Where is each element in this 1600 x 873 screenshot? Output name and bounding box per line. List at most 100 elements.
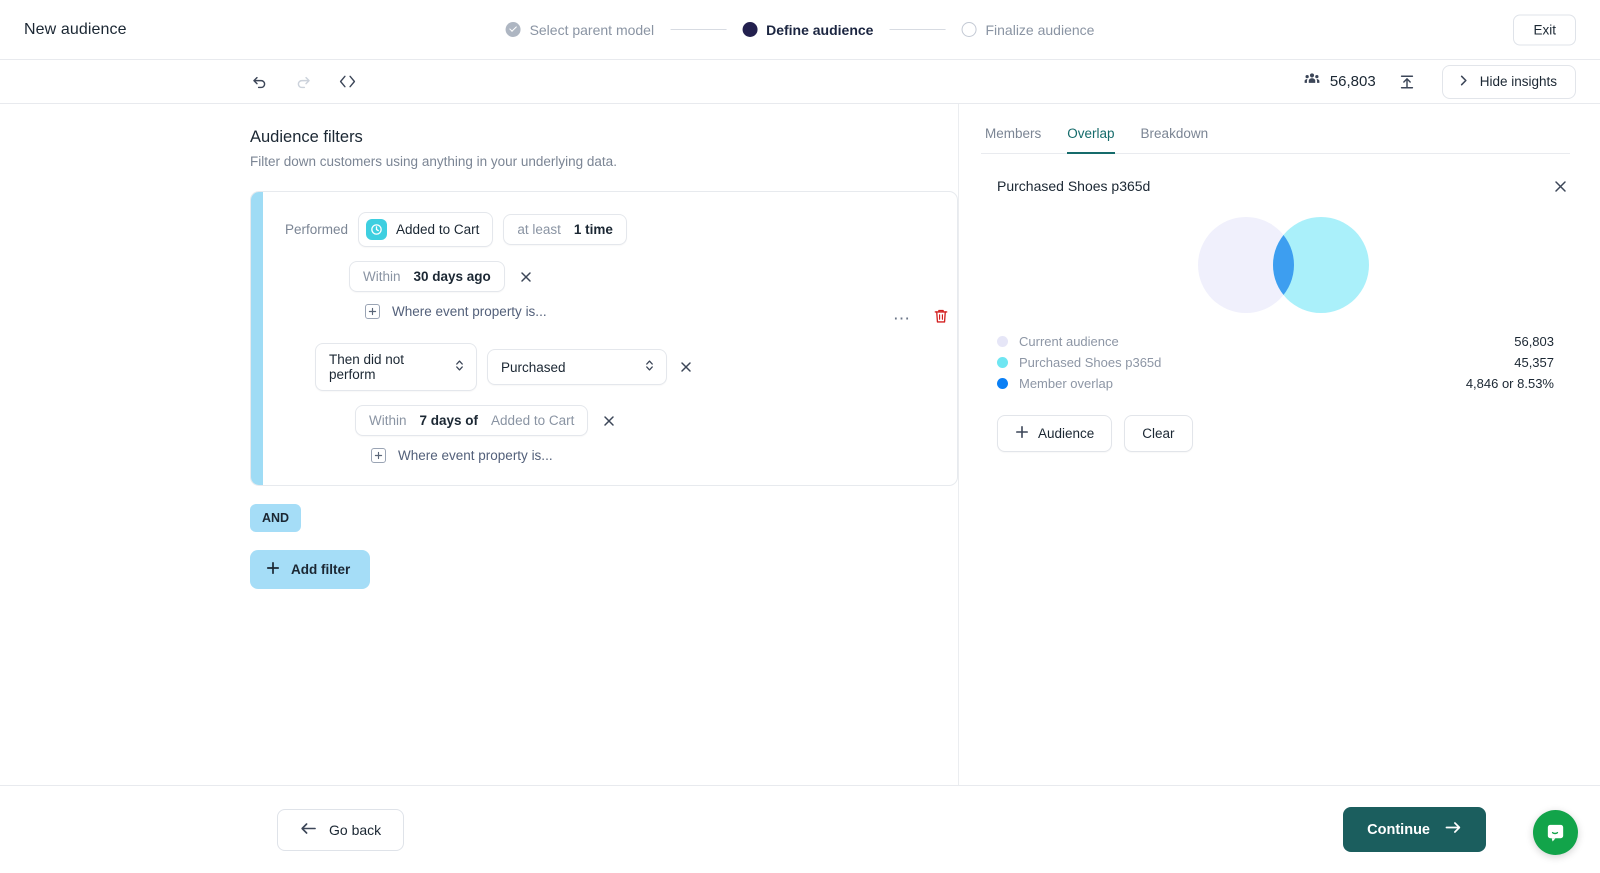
event-select-purchased[interactable]: Purchased [487,349,667,385]
member-count: 56,803 [1303,70,1376,93]
tab-overlap[interactable]: Overlap [1067,126,1114,154]
performed-label: Performed [285,222,348,237]
exit-button[interactable]: Exit [1513,14,1576,45]
timeframe-2-suffix: Added to Cart [491,413,574,428]
add-filter-button[interactable]: Add filter [250,550,370,589]
remove-timeframe-1-icon[interactable] [517,268,535,286]
redo-icon [293,72,313,92]
filter-row-then-did-not-perform: Then did not perform Purchased [315,343,939,391]
plus-icon [1015,425,1029,442]
insights-tabs: Members Overlap Breakdown [981,126,1570,154]
step-label: Select parent model [530,22,655,38]
go-back-label: Go back [329,822,381,838]
filter-row-performed: Performed Added to Cart at leas [285,212,939,247]
legend-dot-icon [997,357,1008,368]
timeframe-prefix: Within [363,269,401,284]
add-filter-label: Add filter [291,562,350,577]
timeframe-chip-2[interactable]: Within 7 days of Added to Cart [355,405,588,436]
plus-box-icon [365,304,380,319]
audience-builder-page: New audience Select parent model Define … [0,0,1600,873]
arrow-left-icon [300,821,317,839]
step-select-parent-model[interactable]: Select parent model [506,22,655,38]
frequency-chip[interactable]: at least 1 time [503,214,627,245]
overlap-title: Purchased Shoes p365d [997,178,1150,194]
operator-select[interactable]: Then did not perform [315,343,477,391]
people-icon [1303,70,1321,93]
step-finalize-audience[interactable]: Finalize audience [961,22,1094,38]
legend-value: 45,357 [1514,355,1554,370]
plus-icon [266,561,280,578]
clock-badge-icon [366,219,387,240]
arrow-right-icon [1444,820,1462,839]
legend-item-member-overlap: Member overlap 4,846 or 8.53% [997,376,1554,391]
legend-value: 4,846 or 8.53% [1466,376,1554,391]
step-connector [889,29,945,30]
frequency-value: 1 time [574,222,613,237]
chevron-updown-icon [644,358,655,376]
hide-insights-label: Hide insights [1480,74,1557,89]
top-bar: New audience Select parent model Define … [0,0,1600,60]
overlap-actions: Audience Clear [997,415,1570,452]
remove-filter-row-2-icon[interactable] [677,358,695,376]
close-icon[interactable] [1553,179,1568,194]
timeframe-chip-1[interactable]: Within 30 days ago [349,261,505,292]
add-event-property-1[interactable]: Where event property is... [365,304,939,319]
legend-value: 56,803 [1514,334,1554,349]
event-select-value: Purchased [501,360,566,375]
timeframe-2-value: 7 days of [420,413,479,428]
legend-label: Purchased Shoes p365d [1019,355,1161,370]
go-back-button[interactable]: Go back [277,809,404,851]
step-label: Finalize audience [985,22,1094,38]
chat-bubble-icon[interactable] [1533,810,1578,855]
filter-card: ⋯ Performed [250,191,958,486]
undo-icon[interactable] [249,72,269,92]
event-chip-added-to-cart[interactable]: Added to Cart [358,212,493,247]
filters-subtitle: Filter down customers using anything in … [250,154,934,169]
continue-button[interactable]: Continue [1343,807,1486,852]
hide-insights-button[interactable]: Hide insights [1442,65,1576,99]
footer-bar: Go back Continue [0,785,1600,873]
operator-select-value: Then did not perform [329,352,454,382]
filter-card-body: ⋯ Performed [263,192,957,485]
filter-row-timeframe-2: Within 7 days of Added to Cart [355,405,939,436]
add-event-property-2[interactable]: Where event property is... [371,448,939,463]
add-audience-button[interactable]: Audience [997,415,1112,452]
step-label: Define audience [766,22,873,38]
legend-dot-icon [997,336,1008,347]
overlap-venn-chart [981,210,1570,320]
timeframe-value: 30 days ago [414,269,491,284]
export-icon[interactable] [1398,73,1416,91]
audience-filters-pane: Audience filters Filter down customers u… [0,104,958,785]
trash-icon[interactable] [933,308,949,330]
legend-label: Current audience [1019,334,1119,349]
step-progress: Select parent model Define audience Fina… [506,22,1095,38]
overlap-legend: Current audience 56,803 Purchased Shoes … [997,334,1554,391]
clear-overlap-button[interactable]: Clear [1124,415,1192,452]
tab-breakdown[interactable]: Breakdown [1141,126,1209,154]
plus-box-icon [371,448,386,463]
chevron-right-icon [1457,74,1470,90]
legend-label: Member overlap [1019,376,1113,391]
filled-circle-icon [742,22,757,37]
tab-members[interactable]: Members [985,126,1041,154]
step-connector [670,29,726,30]
frequency-prefix: at least [517,222,561,237]
add-event-property-label: Where event property is... [398,448,553,463]
overlap-header: Purchased Shoes p365d [997,178,1568,194]
ellipsis-icon[interactable]: ⋯ [893,314,911,324]
code-brackets-icon[interactable] [337,72,357,92]
event-chip-label: Added to Cart [396,222,479,237]
add-event-property-label: Where event property is... [392,304,547,319]
filter-row-timeframe-1: Within 30 days ago [349,261,939,292]
chevron-updown-icon [454,358,465,376]
legend-item-purchased-shoes: Purchased Shoes p365d 45,357 [997,355,1554,370]
check-circle-icon [506,22,521,37]
member-count-value: 56,803 [1330,73,1376,90]
and-operator-badge[interactable]: AND [250,504,301,532]
legend-item-current-audience: Current audience 56,803 [997,334,1554,349]
remove-timeframe-2-icon[interactable] [600,412,618,430]
timeframe-2-prefix: Within [369,413,407,428]
empty-circle-icon [961,22,976,37]
page-title: New audience [24,21,127,39]
step-define-audience[interactable]: Define audience [742,22,873,38]
